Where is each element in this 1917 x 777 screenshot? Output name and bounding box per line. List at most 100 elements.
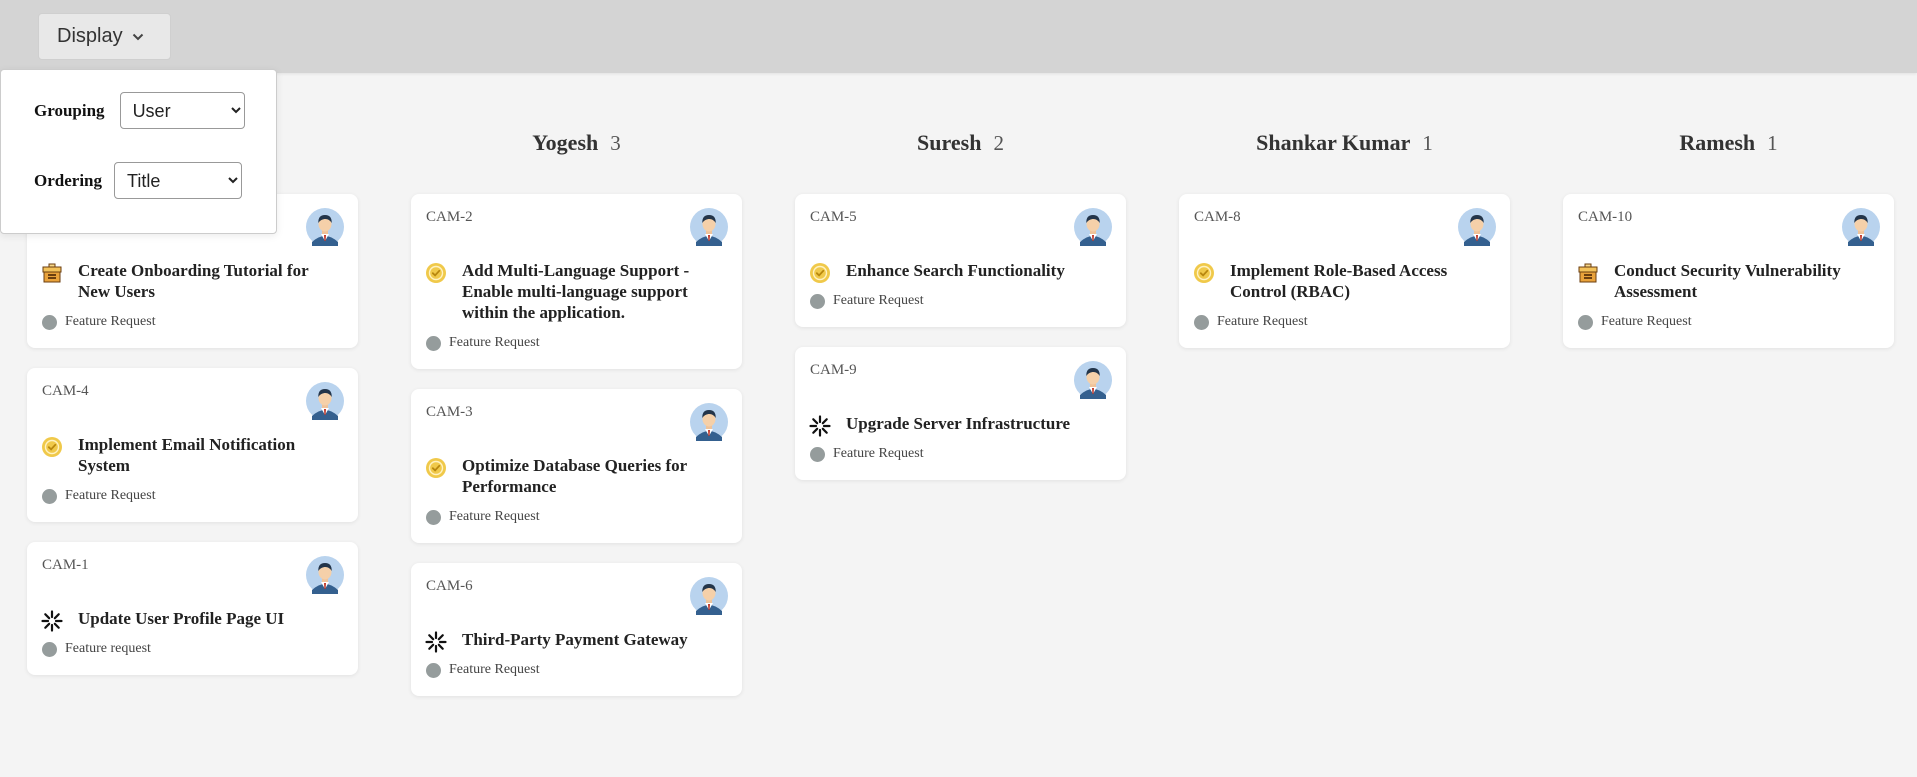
tag-label: Feature Request	[449, 509, 540, 524]
tag-dot-icon	[426, 662, 441, 678]
ticket-card[interactable]: CAM-4 Implement Email Notification Syste…	[27, 368, 358, 522]
column-title: Suresh	[917, 130, 982, 155]
ticket-title: Create Onboarding Tutorial for New Users	[78, 261, 309, 301]
ordering-label: Ordering	[34, 170, 102, 190]
ticket-card[interactable]: CAM-10 Conduct Security Vulnerability As…	[1563, 194, 1894, 348]
ordering-row: Ordering Title	[34, 162, 242, 199]
chevron-down-icon	[132, 33, 144, 41]
tag-label: Feature Request	[65, 488, 156, 503]
ticket-title: Upgrade Server Infrastructure	[846, 414, 1071, 433]
ticket-title: Optimize Database Queries for Performanc…	[462, 456, 687, 496]
tag-dot-icon	[1578, 314, 1593, 330]
tag-label: Feature Request	[833, 446, 924, 461]
column-header: Shankar Kumar 1	[1179, 128, 1510, 158]
ticket-id: CAM-2	[426, 209, 473, 225]
backlog-status-icon	[41, 262, 63, 284]
column-title: Shankar Kumar	[1256, 130, 1411, 155]
ticket-card[interactable]: CAM-6 Third-Party Payment Gateway Featur…	[411, 563, 742, 696]
todo-status-icon	[1193, 262, 1215, 284]
user-avatar-icon	[690, 403, 728, 441]
column-header: Yogesh 3	[411, 128, 742, 158]
ticket-title: Implement Email Notification System	[78, 435, 296, 475]
todo-status-icon	[425, 457, 447, 479]
todo-status-icon	[41, 436, 63, 458]
tag-label: Feature request	[65, 641, 151, 656]
user-avatar-icon	[1074, 361, 1112, 399]
grouping-row: Grouping User	[34, 92, 245, 129]
top-bar: Display	[0, 0, 1917, 73]
ticket-card[interactable]: CAM-1 Update User Profile Page UI Featur…	[27, 542, 358, 675]
todo-status-icon	[425, 262, 447, 284]
ticket-id: CAM-3	[426, 404, 473, 420]
tag-label: Feature Request	[65, 314, 156, 329]
ticket-title: Third-Party Payment Gateway	[462, 630, 688, 649]
ticket-id: CAM-6	[426, 578, 473, 594]
user-avatar-icon	[306, 382, 344, 420]
tag-label: Feature Request	[449, 335, 540, 350]
tag-label: Feature Request	[833, 293, 924, 308]
in-progress-status-icon	[809, 415, 831, 437]
ticket-tag: Feature Request	[42, 488, 156, 504]
in-progress-status-icon	[425, 631, 447, 653]
column-header: Suresh 2	[795, 128, 1126, 158]
tag-label: Feature Request	[1601, 314, 1692, 329]
ordering-select[interactable]: Title	[114, 162, 242, 199]
ticket-title: Conduct Security Vulnerability Assessmen…	[1614, 261, 1841, 301]
ticket-id: CAM-1	[42, 557, 89, 573]
ticket-tag: Feature Request	[1194, 314, 1308, 330]
column-title: Yogesh	[532, 130, 599, 155]
ticket-title: Update User Profile Page UI	[78, 609, 285, 628]
ticket-card[interactable]: CAM-3 Optimize Database Queries for Perf…	[411, 389, 742, 543]
ticket-tag: Feature Request	[426, 335, 540, 351]
ticket-card[interactable]: CAM-2 Add Multi-Language Support - Enabl…	[411, 194, 742, 369]
column-title: Ramesh	[1679, 130, 1756, 155]
user-avatar-icon	[1074, 208, 1112, 246]
tag-dot-icon	[42, 488, 57, 504]
ticket-title: Implement Role-Based Access Control (RBA…	[1230, 261, 1448, 301]
ticket-tag: Feature Request	[810, 293, 924, 309]
ticket-tag: Feature request	[42, 641, 151, 657]
ticket-card[interactable]: CAM-9 Upgrade Server Infrastructure Feat…	[795, 347, 1126, 480]
column-count: 1	[1422, 130, 1433, 155]
tag-dot-icon	[1194, 314, 1209, 330]
column-count: 3	[610, 130, 621, 155]
ticket-card[interactable]: CAM-8 Implement Role-Based Access Contro…	[1179, 194, 1510, 348]
user-avatar-icon	[690, 208, 728, 246]
column-count: 2	[993, 130, 1004, 155]
ticket-tag: Feature Request	[426, 509, 540, 525]
user-avatar-icon	[306, 208, 344, 246]
ticket-tag: Feature Request	[810, 446, 924, 462]
tag-label: Feature Request	[1217, 314, 1308, 329]
ticket-id: CAM-4	[42, 383, 89, 399]
tag-dot-icon	[810, 293, 825, 309]
ticket-tag: Feature Request	[426, 662, 540, 678]
grouping-select[interactable]: User	[119, 92, 245, 129]
ticket-id: CAM-5	[810, 209, 857, 225]
ticket-title: Add Multi-Language Support - Enable mult…	[462, 261, 690, 322]
in-progress-status-icon	[41, 610, 63, 632]
tag-dot-icon	[426, 509, 441, 525]
display-button-label: Display	[57, 25, 123, 47]
user-avatar-icon	[1842, 208, 1880, 246]
backlog-status-icon	[1577, 262, 1599, 284]
tag-dot-icon	[42, 314, 57, 330]
ticket-id: CAM-8	[1194, 209, 1241, 225]
user-avatar-icon	[1458, 208, 1496, 246]
tag-dot-icon	[42, 641, 57, 657]
ticket-title: Enhance Search Functionality	[846, 261, 1065, 280]
ticket-id: CAM-9	[810, 362, 857, 378]
ticket-id: CAM-10	[1578, 209, 1633, 225]
column-count: 1	[1767, 130, 1778, 155]
ticket-card[interactable]: CAM-5 Enhance Search Functionality Featu…	[795, 194, 1126, 327]
tag-dot-icon	[426, 335, 441, 351]
column-header: Ramesh 1	[1563, 128, 1894, 158]
ticket-tag: Feature Request	[1578, 314, 1692, 330]
user-avatar-icon	[306, 556, 344, 594]
display-dropdown-panel: Grouping User Ordering Title	[0, 69, 277, 234]
display-button[interactable]: Display	[38, 13, 171, 60]
ticket-tag: Feature Request	[42, 314, 156, 330]
user-avatar-icon	[690, 577, 728, 615]
todo-status-icon	[809, 262, 831, 284]
grouping-label: Grouping	[34, 100, 105, 120]
tag-label: Feature Request	[449, 662, 540, 677]
